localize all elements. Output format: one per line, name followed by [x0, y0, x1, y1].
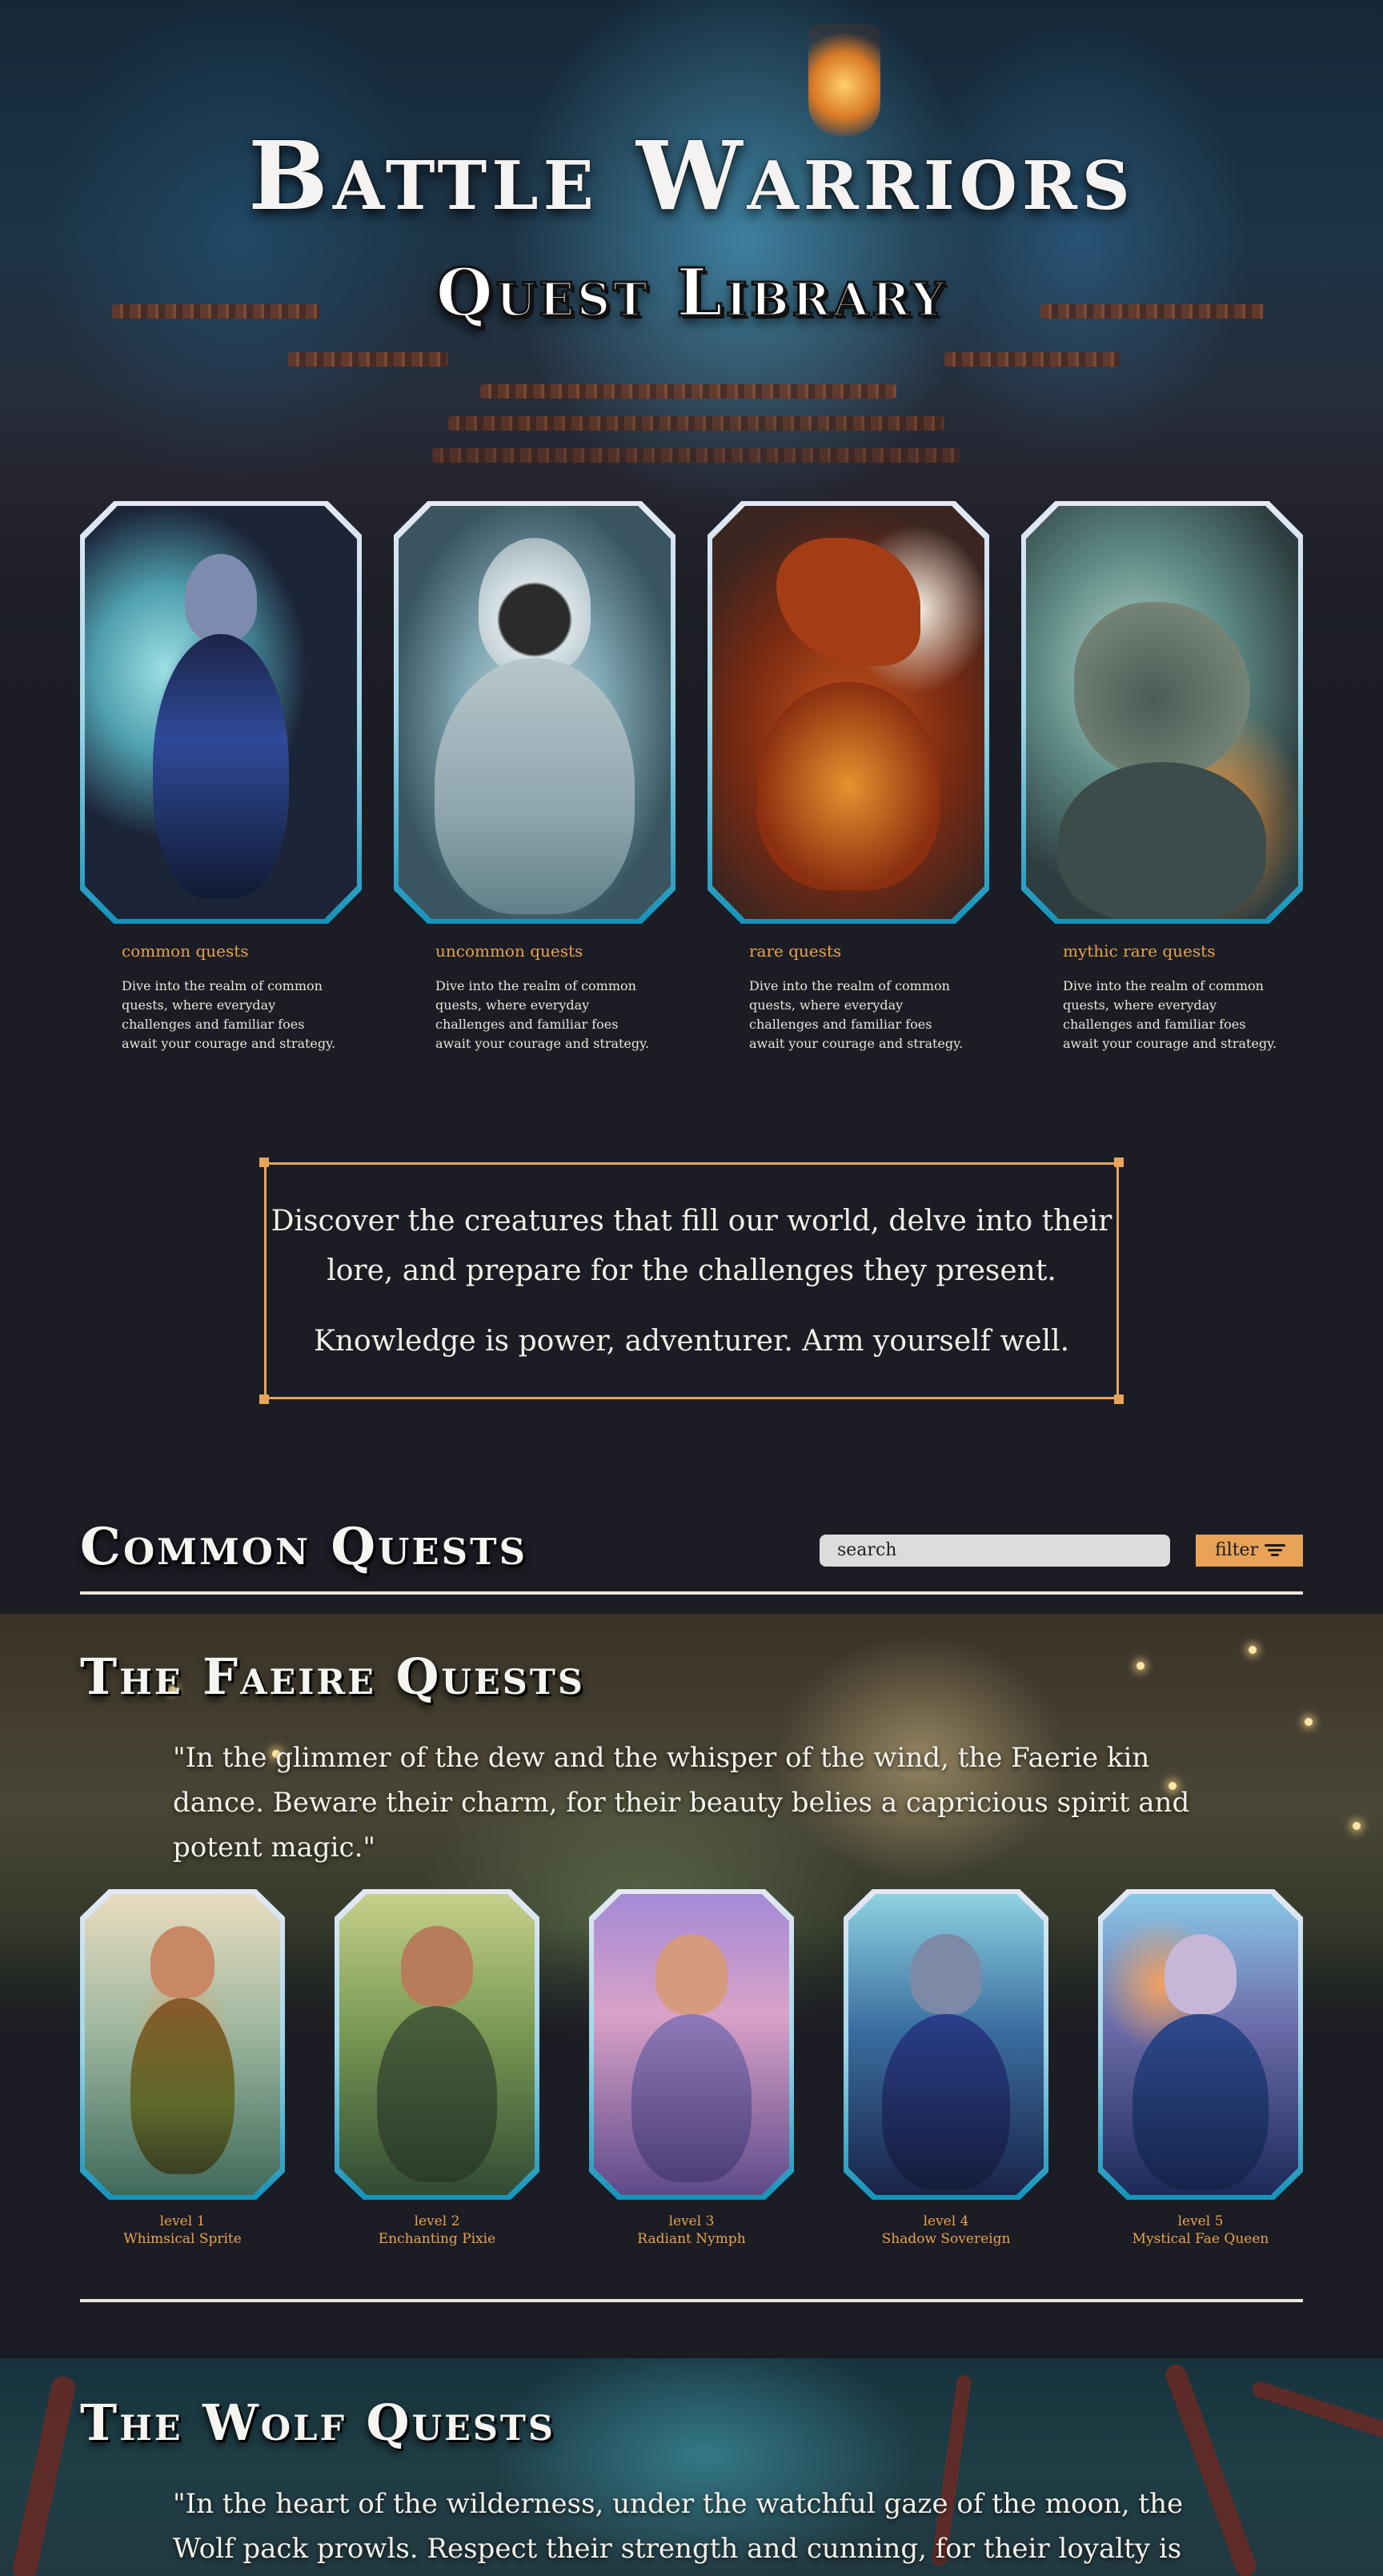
section-title-wolf-quests: The Wolf Quests [80, 2393, 555, 2452]
monster-name: Radiant Nymph [637, 2231, 746, 2247]
monster-card-caption[interactable]: level 2 Enchanting Pixie [335, 2213, 539, 2248]
monster-card-level-3[interactable] [589, 1889, 794, 2200]
monster-card-level-4[interactable] [844, 1889, 1048, 2200]
filter-lines-icon [1265, 1544, 1285, 1557]
monster-level: level 2 [414, 2213, 460, 2229]
filter-button-label: filter [1215, 1540, 1259, 1560]
monster-name: Shadow Sovereign [881, 2231, 1011, 2247]
monster-name: Whimsical Sprite [123, 2231, 242, 2247]
page-title: Battle Warriors [248, 120, 1135, 231]
sprite-portrait [85, 1894, 280, 2195]
corner-ornament [259, 1394, 269, 1404]
quest-card-label[interactable]: rare quests [749, 941, 841, 961]
quest-card-label[interactable]: uncommon quests [435, 941, 583, 961]
faerie-quote: "In the glimmer of the dew and the whisp… [173, 1742, 1190, 1864]
shadow-sovereign-portrait [848, 1894, 1044, 2195]
monster-card-caption[interactable]: level 5 Mystical Fae Queen [1098, 2213, 1303, 2248]
quest-card-label[interactable]: mythic rare quests [1063, 941, 1215, 961]
monster-name: Mystical Fae Queen [1132, 2231, 1269, 2247]
quest-card-description: Dive into the realm of common quests, wh… [122, 978, 336, 1051]
pixie-portrait [339, 1894, 535, 2195]
filter-button[interactable]: filter [1196, 1535, 1303, 1567]
corner-ornament [1114, 1394, 1124, 1404]
search-input[interactable]: search [820, 1535, 1170, 1567]
quest-card-mythic-rare[interactable] [1021, 501, 1303, 924]
corner-ornament [1114, 1158, 1124, 1167]
snarling-wolf-portrait [1026, 506, 1298, 919]
monster-card-caption[interactable]: level 4 Shadow Sovereign [844, 2213, 1048, 2248]
monster-level: level 5 [1177, 2213, 1224, 2229]
corner-ornament [259, 1158, 269, 1167]
quest-card-uncommon[interactable] [394, 501, 675, 924]
section-divider [80, 1591, 1303, 1595]
monster-card-caption[interactable]: level 3 Radiant Nymph [589, 2213, 794, 2248]
wolf-quote: "In the heart of the wilderness, under t… [173, 2488, 1184, 2565]
quest-card-description: Dive into the realm of common quests, wh… [749, 978, 964, 1051]
monster-level: level 4 [923, 2213, 969, 2229]
section-title-common-quests: Common Quests [80, 1517, 528, 1577]
quest-card-label[interactable]: common quests [122, 941, 249, 961]
fae-queen-portrait [1103, 1894, 1298, 2195]
intro-tagline: Knowledge is power, adventurer. Arm your… [313, 1325, 1070, 1358]
bookshelf-decoration [288, 352, 448, 367]
monster-card-level-1[interactable] [80, 1889, 285, 2200]
intro-text: Discover the creatures that fill our wor… [271, 1205, 1112, 1287]
monster-name: Enchanting Pixie [378, 2231, 496, 2247]
dark-fairy-portrait [85, 506, 357, 919]
fire-dragon-portrait [712, 506, 984, 919]
monster-level: level 3 [668, 2213, 715, 2229]
section-title-faerie-quests: The Faeire Quests [80, 1647, 585, 1706]
quest-card-rare[interactable] [708, 501, 989, 924]
monster-card-caption[interactable]: level 1 Whimsical Sprite [80, 2213, 285, 2248]
quest-card-description: Dive into the realm of common quests, wh… [435, 978, 650, 1051]
nymph-portrait [594, 1894, 789, 2195]
lantern-decoration [808, 24, 880, 136]
monster-level: level 1 [159, 2213, 206, 2229]
quest-card-common[interactable] [80, 501, 362, 924]
page-subtitle: Quest Library [435, 254, 948, 333]
bookshelf-decoration [944, 352, 1120, 367]
hooded-wraith-portrait [399, 506, 671, 919]
monster-card-level-2[interactable] [335, 1889, 539, 2200]
section-divider [80, 2299, 1303, 2302]
intro-panel: Discover the creatures that fill our wor… [259, 1158, 1124, 1404]
quest-card-description: Dive into the realm of common quests, wh… [1063, 978, 1277, 1051]
monster-card-level-5[interactable] [1098, 1889, 1303, 2200]
